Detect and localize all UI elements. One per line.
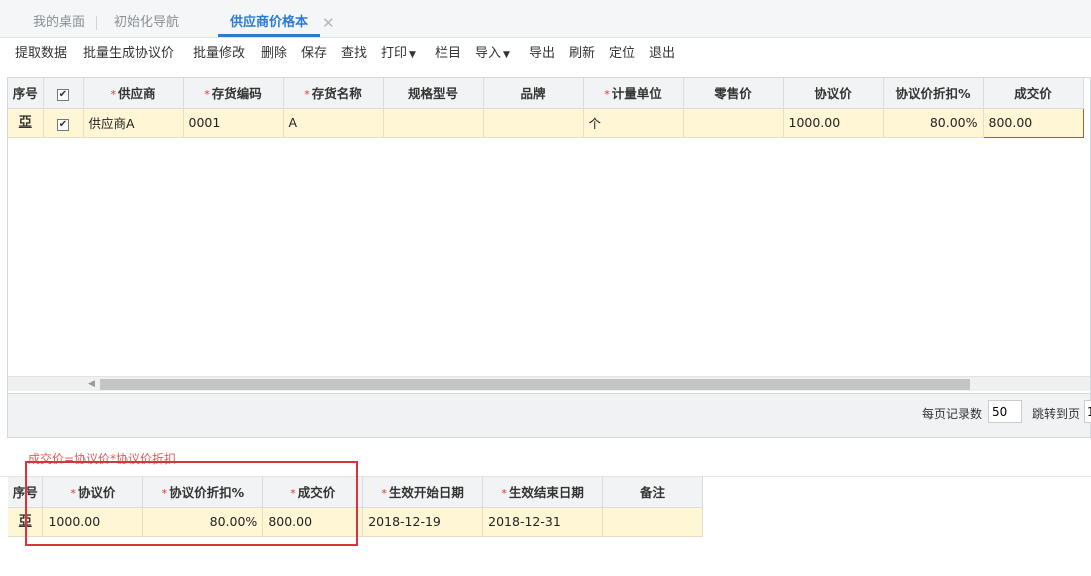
- horizontal-scrollbar[interactable]: ◀: [8, 376, 1090, 391]
- header-code-label: 存货编码: [211, 86, 262, 102]
- chevron-down-icon: ▼: [409, 50, 416, 60]
- header-retail[interactable]: 零售价: [683, 78, 784, 109]
- cell-agreed[interactable]: 1000.00: [783, 108, 884, 138]
- cell-discount[interactable]: 80.00%: [883, 108, 984, 138]
- required-mark: *: [304, 88, 310, 102]
- header-deal[interactable]: 成交价: [983, 78, 1084, 109]
- exit-button[interactable]: 退出: [649, 45, 675, 63]
- required-mark: *: [604, 88, 610, 102]
- batch-edit-button[interactable]: 批量修改: [193, 45, 245, 63]
- highlight-box: [25, 461, 358, 546]
- tab-desktop[interactable]: 我的桌面: [33, 12, 98, 34]
- find-button[interactable]: 查找: [341, 45, 367, 63]
- row-checkbox[interactable]: ✔: [57, 118, 69, 131]
- per-page-label: 每页记录数: [922, 407, 983, 421]
- import-label: 导入: [475, 46, 502, 61]
- toolbar: 提取数据 批量生成协议价 批量修改 删除 保存 查找 打印 ▼ 栏目 导入 ▼ 导出…: [0, 40, 1091, 70]
- row-select-cell[interactable]: ✔: [43, 108, 84, 138]
- required-mark: *: [501, 487, 507, 501]
- header-code[interactable]: * 存货编码: [183, 78, 284, 109]
- header-unit-label: 计量单位: [611, 86, 662, 102]
- required-mark: *: [110, 88, 116, 102]
- sub-header-start-label: 生效开始日期: [388, 485, 464, 501]
- cell-name[interactable]: A: [283, 108, 384, 138]
- header-agreed[interactable]: 协议价: [783, 78, 884, 109]
- columns-button[interactable]: 栏目: [435, 45, 461, 63]
- table-row[interactable]: 亞 ✔ 供应商A 0001 A 个 1000.00 80.00% 800.00: [8, 107, 1084, 138]
- header-seq: 序号: [8, 78, 44, 109]
- sub-header-end[interactable]: * 生效结束日期: [482, 477, 604, 508]
- refresh-button[interactable]: 刷新: [569, 45, 595, 63]
- locate-button[interactable]: 定位: [609, 45, 635, 63]
- header-name[interactable]: * 存货名称: [283, 78, 384, 109]
- sub-cell-start[interactable]: 2018-12-19: [362, 507, 484, 537]
- jump-to-page-label: 跳转到页: [1032, 407, 1081, 421]
- batch-generate-button[interactable]: 批量生成协议价: [83, 45, 174, 63]
- import-button[interactable]: 导入 ▼: [475, 45, 510, 64]
- export-button[interactable]: 导出: [529, 45, 555, 63]
- cell-supplier[interactable]: 供应商A: [83, 108, 184, 138]
- sub-cell-remark[interactable]: [602, 507, 703, 537]
- print-label: 打印: [381, 46, 408, 61]
- header-spec[interactable]: 规格型号: [383, 78, 484, 109]
- sub-header-end-label: 生效结束日期: [508, 485, 584, 501]
- table-header: 序号 ✔ * 供应商 * 存货编码 * 存货名称 规格型号 品牌 * 计量单位 零售价 …: [8, 78, 1084, 109]
- header-discount[interactable]: 协议价折扣%: [883, 78, 984, 109]
- header-name-label: 存货名称: [311, 86, 362, 102]
- sub-header-remark[interactable]: 备注: [602, 477, 703, 508]
- row-detail-cell[interactable]: 亞: [8, 108, 44, 138]
- required-mark: *: [381, 487, 387, 501]
- sub-cell-end[interactable]: 2018-12-31: [482, 507, 604, 537]
- header-unit[interactable]: * 计量单位: [583, 78, 684, 109]
- tab-supplier-price-book[interactable]: 供应商价格本: [218, 12, 321, 37]
- cell-retail[interactable]: [683, 108, 784, 138]
- sub-header-start[interactable]: * 生效开始日期: [362, 477, 484, 508]
- per-page-input[interactable]: [988, 400, 1022, 423]
- price-table: 序号 ✔ * 供应商 * 存货编码 * 存货名称 规格型号 品牌 * 计量单位 零售价 …: [8, 78, 1084, 138]
- cell-brand[interactable]: [483, 108, 584, 138]
- required-mark: *: [204, 88, 210, 102]
- header-supplier-label: 供应商: [117, 86, 156, 102]
- header-brand[interactable]: 品牌: [483, 78, 584, 109]
- jump-to-page-input[interactable]: [1084, 400, 1091, 423]
- cell-spec[interactable]: [383, 108, 484, 138]
- header-supplier[interactable]: * 供应商: [83, 78, 184, 109]
- scrollbar-thumb[interactable]: [100, 379, 970, 390]
- row-detail-icon[interactable]: 亞: [17, 115, 33, 131]
- header-select-all[interactable]: ✔: [43, 78, 84, 109]
- cell-deal[interactable]: 800.00: [982, 107, 1084, 138]
- close-icon[interactable]: ✕: [322, 12, 335, 34]
- scroll-left-icon[interactable]: ◀: [88, 379, 95, 389]
- pager: 每页记录数 跳转到页: [8, 393, 1091, 437]
- tab-bar: 我的桌面 初始化导航 供应商价格本 ✕: [0, 0, 1091, 38]
- cell-unit[interactable]: 个: [583, 108, 684, 138]
- select-all-checkbox[interactable]: ✔: [57, 88, 69, 101]
- print-button[interactable]: 打印 ▼: [381, 45, 416, 64]
- save-button[interactable]: 保存: [301, 45, 327, 63]
- chevron-down-icon: ▼: [503, 50, 510, 60]
- fetch-data-button[interactable]: 提取数据: [15, 45, 67, 63]
- cell-code[interactable]: 0001: [183, 108, 284, 138]
- price-grid: 序号 ✔ * 供应商 * 存货编码 * 存货名称 规格型号 品牌 * 计量单位 零售价 …: [7, 77, 1091, 438]
- delete-button[interactable]: 删除: [261, 45, 287, 63]
- tab-init-nav[interactable]: 初始化导航: [114, 12, 179, 34]
